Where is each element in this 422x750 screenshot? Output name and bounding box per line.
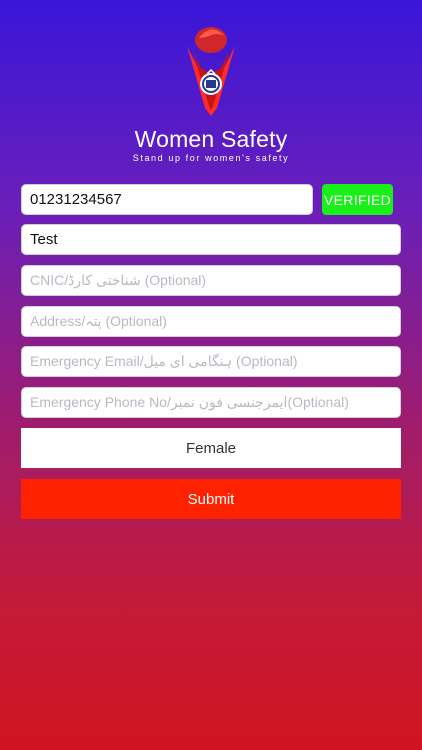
app-tagline: Stand up for women's safety	[132, 153, 290, 163]
phone-number-input[interactable]: 01231234567	[21, 184, 313, 215]
gender-selector[interactable]: Female	[21, 428, 401, 468]
verified-badge: VERIFIED	[322, 184, 393, 215]
app-logo	[0, 22, 422, 118]
address-input[interactable]: Address/پتہ (Optional)	[21, 306, 401, 337]
name-input[interactable]: Test	[21, 224, 401, 255]
cnic-input[interactable]: CNIC/شناختی کارڈ (Optional)	[21, 265, 401, 296]
emergency-email-input[interactable]: Emergency Email/ہنگامی ای میل (Optional)	[21, 346, 401, 377]
submit-button[interactable]: Submit	[21, 479, 401, 519]
emergency-phone-input[interactable]: Emergency Phone No/ایمرجنسی فون نمبر(Opt…	[21, 387, 401, 418]
women-safety-logo-icon	[187, 27, 235, 116]
app-title: Women Safety	[134, 126, 288, 152]
